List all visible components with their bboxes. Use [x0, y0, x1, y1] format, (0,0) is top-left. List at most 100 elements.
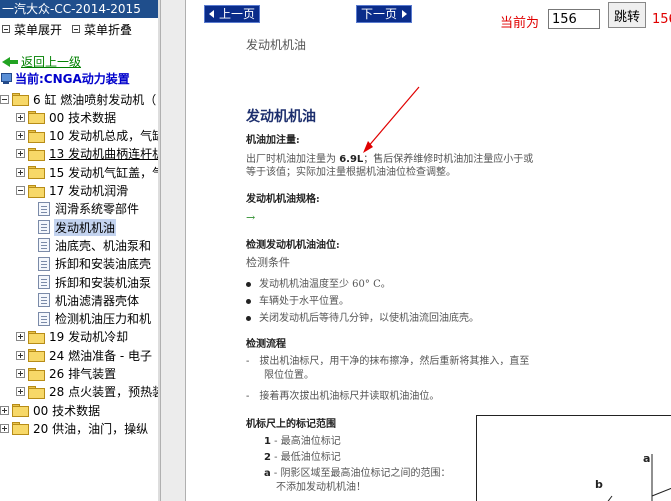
spec-heading: 发动机机油规格:	[246, 194, 320, 205]
expand-plus-icon[interactable]	[0, 405, 9, 415]
tree-item[interactable]: 26 排气装置	[16, 365, 117, 383]
page-number-input[interactable]	[548, 9, 600, 29]
folder-icon	[28, 330, 45, 344]
procedure-item: - 接着再次拔出机油标尺并读取机油油位。	[246, 391, 439, 403]
tree-item[interactable]: 13 发动机曲柄连杆机	[16, 145, 160, 163]
pane-divider[interactable]	[160, 0, 186, 501]
expand-plus-icon[interactable]	[16, 112, 25, 122]
expand-plus-icon[interactable]	[16, 387, 25, 397]
tree-item[interactable]: 00 技术数据	[0, 401, 101, 419]
folder-icon	[12, 404, 29, 418]
folder-icon	[28, 367, 45, 381]
next-page-button[interactable]: 下一页	[356, 5, 413, 23]
mark-item: a - 阴影区域至最高油位标记之间的范围：	[264, 468, 451, 480]
tree-item-label: 28 点火装置，预热装	[49, 385, 160, 400]
jump-button[interactable]: 跳转	[608, 2, 646, 28]
tree-item[interactable]: 机油滤清器壳体	[38, 291, 140, 309]
condition-text: 车辆处于水平位置。	[259, 296, 349, 307]
prev-page-label: 上一页	[219, 7, 256, 21]
procedure-text: 接着再次拔出机油标尺并读取机油油位。	[259, 391, 440, 402]
folder-icon	[12, 93, 29, 106]
mark-a-line2: 不添加发动机机油！	[276, 482, 366, 493]
document-icon	[38, 201, 50, 216]
folder-icon	[28, 349, 45, 363]
figure-label-b: b	[595, 478, 603, 491]
tree-item-label: 油底壳、机油泵和	[55, 238, 152, 253]
folder-icon	[28, 166, 45, 180]
menu-bar: 菜单展开 菜单折叠	[0, 18, 160, 40]
mark-item: 1 - 最高油位标记	[264, 436, 341, 448]
procedure-item: - 拔出机油标尺，用干净的抹布擦净，然后重新将其推入，直至	[246, 356, 529, 368]
expand-plus-icon[interactable]	[16, 131, 25, 141]
mark-key: a	[264, 468, 271, 479]
menu-collapse-button[interactable]: 菜单折叠	[72, 21, 132, 38]
prev-page-button[interactable]: 上一页	[204, 5, 261, 23]
tree-item[interactable]: 24 燃油准备 - 电子	[16, 346, 153, 364]
tree-item[interactable]: 拆卸和安装油底壳	[38, 255, 152, 273]
back-row[interactable]: 返回上一级	[2, 53, 81, 70]
folder-icon	[28, 129, 45, 143]
tree-item[interactable]: 6 缸 燃油喷射发动机（	[0, 90, 157, 108]
tree-item[interactable]: 15 发动机气缸盖，气	[16, 163, 160, 181]
arrow-right-icon	[402, 10, 408, 18]
mark-key: 2	[264, 452, 271, 463]
tree-item[interactable]: 10 发动机总成，气缸	[16, 127, 160, 145]
dash-icon: -	[246, 356, 250, 367]
tree-item[interactable]: 00 技术数据	[16, 108, 117, 126]
expand-icon	[2, 25, 10, 33]
tree-item-label: 10 发动机总成，气缸	[49, 129, 160, 144]
document-icon	[38, 311, 50, 326]
doc-header: 发动机机油	[246, 38, 307, 52]
tree-item[interactable]: 拆卸和安装机油泵	[38, 273, 152, 291]
condition-item: 关闭发动机后等待几分钟，以使机油流回油底壳。	[246, 313, 479, 325]
back-link[interactable]: 返回上一级	[21, 53, 81, 70]
tree-item-label: 19 发动机冷却	[49, 330, 129, 345]
fill-heading: 机油加注量:	[246, 135, 300, 146]
tree-item[interactable]: 检测机油压力和机	[38, 310, 152, 328]
tree-item[interactable]: 20 供油，油门，操纵	[0, 419, 149, 437]
mark-text: - 最低油位标记	[270, 452, 341, 463]
mark-key: 1	[264, 436, 271, 447]
total-pages: 156	[652, 12, 671, 27]
menu-expand-button[interactable]: 菜单展开	[2, 21, 62, 38]
tree-item[interactable]: 28 点火装置，预热装	[16, 383, 160, 401]
next-page-label: 下一页	[361, 7, 398, 21]
expand-plus-icon[interactable]	[16, 350, 25, 360]
tree-item[interactable]: 油底壳、机油泵和	[38, 236, 152, 254]
condition-text: 关闭发动机后等待几分钟，以使机油流回油底壳。	[259, 313, 479, 324]
dipstick-figure: a b	[476, 415, 671, 501]
procedure-heading: 检测流程	[246, 339, 286, 350]
expand-plus-icon[interactable]	[16, 369, 25, 378]
mark-item: 2 - 最低油位标记	[264, 452, 341, 464]
tree-item-label: 6 缸 燃油喷射发动机（	[33, 92, 157, 107]
tree-item[interactable]: 17 发动机润滑	[16, 182, 129, 200]
tree-item[interactable]: 发动机机油	[38, 218, 117, 236]
tree-item-label: 检测机油压力和机	[55, 312, 152, 327]
tree-item-label: 15 发动机气缸盖，气	[49, 165, 160, 180]
collapse-minus-icon[interactable]	[0, 94, 9, 104]
current-location-label: 当前:CNGA动力装置	[15, 72, 130, 86]
document-icon	[38, 293, 50, 308]
bullet-icon	[246, 316, 251, 321]
expand-plus-icon[interactable]	[16, 149, 25, 159]
conditions-heading: 检测条件	[246, 256, 290, 269]
document-icon	[38, 220, 50, 235]
tree-item[interactable]: 19 发动机冷却	[16, 328, 129, 346]
folder-icon	[12, 422, 29, 436]
fill-text-line2: 等于该值；实际加注量根据机油油位检查调整。	[246, 167, 456, 178]
tree-item[interactable]: 润滑系统零部件	[38, 200, 140, 218]
condition-item: 发动机机油温度至少 60° C。	[246, 279, 391, 291]
spec-arrow: →	[246, 211, 256, 224]
bullet-icon	[246, 282, 251, 287]
window-title: 一汽大众-CC-2014-2015	[0, 0, 160, 18]
arrow-left-icon	[209, 10, 214, 18]
tree-item-label: 机油滤清器壳体	[55, 293, 140, 308]
mark-text: - 最高油位标记	[270, 436, 341, 447]
expand-plus-icon[interactable]	[16, 332, 25, 342]
tree-item-label: 26 排气装置	[49, 367, 117, 381]
collapse-minus-icon[interactable]	[16, 186, 25, 195]
tree-item-label: 润滑系统零部件	[55, 202, 140, 217]
folder-icon	[28, 385, 45, 399]
expand-plus-icon[interactable]	[16, 167, 25, 177]
expand-plus-icon[interactable]	[0, 423, 9, 433]
